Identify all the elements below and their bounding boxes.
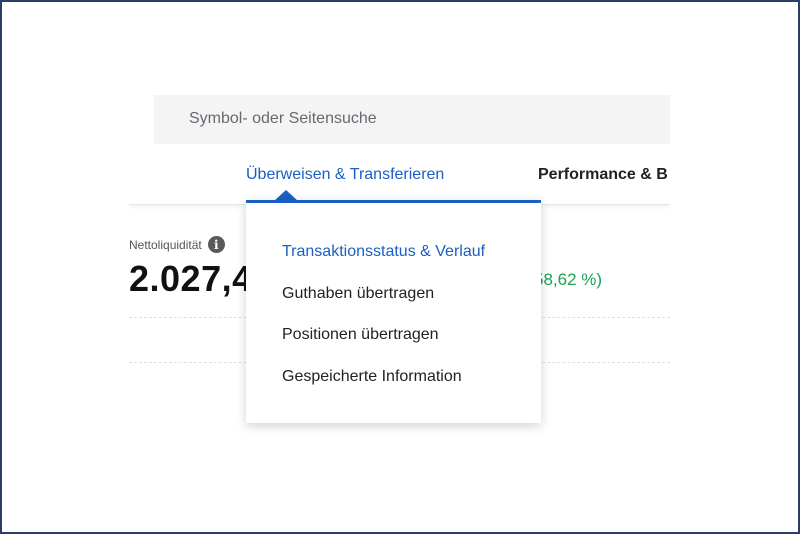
search-placeholder: Symbol- oder Seitensuche <box>189 110 377 127</box>
menu-item-transaction-status[interactable]: Transaktionsstatus & Verlauf <box>282 243 485 261</box>
net-liquidity-text: Nettoliquidität <box>129 237 202 252</box>
net-liquidity-value: 2.027,4 <box>129 258 253 299</box>
search-input[interactable]: Symbol- oder Seitensuche <box>154 95 670 144</box>
net-liquidity-label: Nettoliquidität i <box>129 236 225 253</box>
nav-item-performance[interactable]: Performance & B <box>538 166 668 184</box>
nav-item-transfer[interactable]: Überweisen & Transferieren <box>246 166 444 184</box>
main-nav: erche Überweisen & Transferieren Perform… <box>129 152 670 205</box>
menu-item-transfer-positions[interactable]: Positionen übertragen <box>282 326 439 344</box>
menu-item-transfer-funds[interactable]: Guthaben übertragen <box>282 285 434 303</box>
info-icon[interactable]: i <box>207 236 225 253</box>
nav-item-research[interactable]: erche <box>129 166 130 184</box>
menu-item-saved-information[interactable]: Gespeicherte Information <box>282 368 462 386</box>
transfer-dropdown-menu: Transaktionsstatus & Verlauf Guthaben üb… <box>246 200 541 423</box>
change-percent: 58,62 %) <box>534 270 603 289</box>
